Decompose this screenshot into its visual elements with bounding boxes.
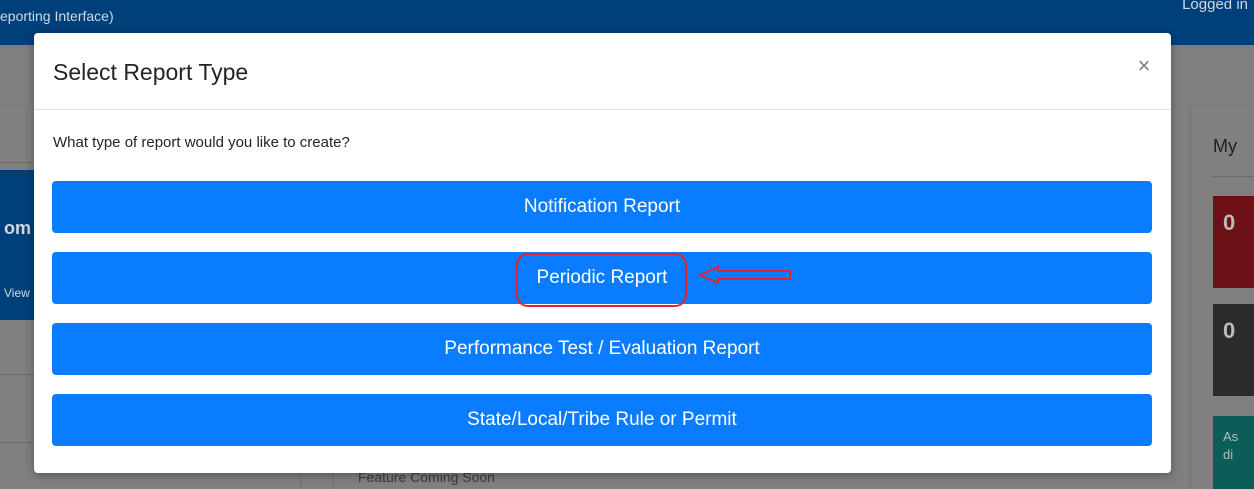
performance-test-evaluation-report-button[interactable]: Performance Test / Evaluation Report [52,323,1152,375]
info-tile-teal: As di [1213,416,1254,489]
periodic-report-button[interactable]: Periodic Report [52,252,1152,304]
tile-link: View [4,286,30,300]
background-right-card: My 0 0 As di [1190,108,1254,489]
button-label: Notification Report [523,196,681,217]
stat-value: 0 [1223,210,1236,235]
notification-report-button[interactable]: Notification Report [52,181,1152,233]
modal-header: Select Report Type × [34,33,1171,110]
stat-tile-dark: 0 [1213,304,1254,396]
state-local-tribe-rule-permit-button[interactable]: State/Local/Tribe Rule or Permit [52,394,1152,446]
logged-in-text: Logged in [1182,0,1248,13]
button-label: Periodic Report [536,267,668,288]
select-report-type-modal: Select Report Type × What type of report… [34,33,1171,473]
divider [1211,176,1254,177]
card-title: My [1213,136,1237,156]
stat-value: 0 [1223,318,1236,343]
close-icon[interactable]: × [1133,55,1155,77]
tile-text: om [4,218,31,238]
button-label: State/Local/Tribe Rule or Permit [467,409,737,430]
modal-title: Select Report Type [53,59,249,85]
app-title: eporting Interface) [0,8,114,24]
background-blue-tile: om View [0,170,34,320]
info-text: As di [1223,429,1239,462]
stat-tile-red: 0 [1213,196,1254,288]
button-label: Performance Test / Evaluation Report [444,338,760,359]
modal-prompt: What type of report would you like to cr… [53,134,350,151]
